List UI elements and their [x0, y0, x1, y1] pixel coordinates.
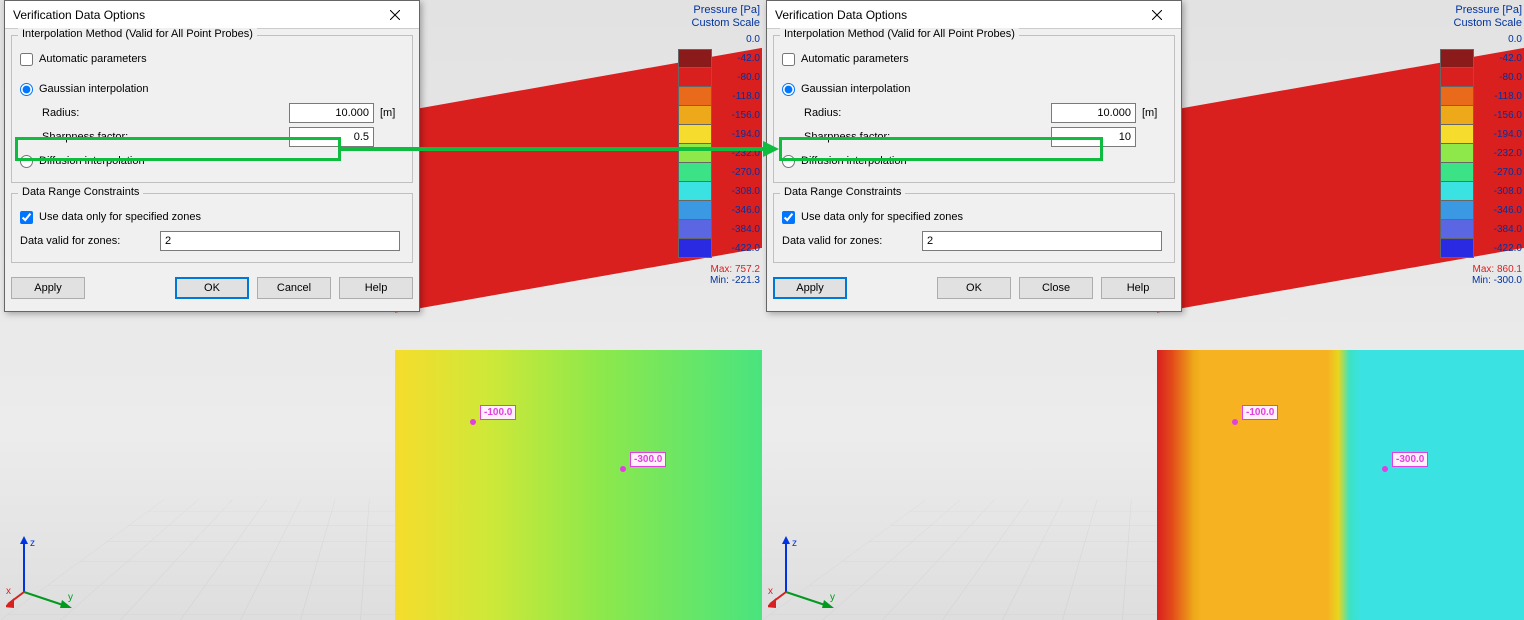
viewport-right: -100.0 -300.0 Pressure [Pa] Custom Scale…	[762, 0, 1524, 620]
svg-text:y: y	[68, 592, 73, 603]
wall	[395, 350, 762, 620]
button-row: Apply OK Close Help	[773, 273, 1175, 305]
group-title: Interpolation Method (Valid for All Poin…	[780, 28, 1019, 40]
button-row: Apply OK Cancel Help	[11, 273, 413, 305]
sharpness-label: Sharpness factor:	[804, 131, 1051, 143]
arrow-head-icon	[763, 141, 779, 157]
cancel-button[interactable]: Cancel	[257, 277, 331, 299]
use-zones-label: Use data only for specified zones	[801, 211, 1166, 223]
diffusion-radio[interactable]	[782, 155, 795, 168]
legend-min: Min: -300.0	[1432, 275, 1522, 286]
ok-button[interactable]: OK	[175, 277, 249, 299]
color-legend: Pressure [Pa] Custom Scale 0.0 -42.0 -80…	[1432, 4, 1522, 286]
use-zones-label: Use data only for specified zones	[39, 211, 404, 223]
auto-params-label: Automatic parameters	[39, 53, 404, 65]
diffusion-radio[interactable]	[20, 155, 33, 168]
legend-min: Min: -221.3	[670, 275, 760, 286]
svg-text:x: x	[6, 586, 11, 597]
legend-subtitle: Custom Scale	[1432, 17, 1522, 30]
radius-label: Radius:	[804, 107, 1051, 119]
zones-label: Data valid for zones:	[20, 235, 160, 247]
titlebar[interactable]: Verification Data Options	[5, 1, 419, 29]
ok-button[interactable]: OK	[937, 277, 1011, 299]
verification-dialog: Verification Data Options Interpolation …	[4, 0, 420, 312]
probe-label: -100.0	[480, 405, 516, 420]
zones-input[interactable]	[922, 231, 1162, 251]
color-legend: Pressure [Pa] Custom Scale 0.0 -42.0 -80…	[670, 4, 760, 286]
wall	[1157, 350, 1524, 620]
use-zones-check[interactable]	[20, 211, 33, 224]
sharpness-input[interactable]	[1051, 127, 1136, 147]
arrow-shaft	[341, 147, 765, 151]
axis-gizmo[interactable]: z y x	[768, 530, 848, 610]
zones-input[interactable]	[160, 231, 400, 251]
legend-title: Pressure [Pa]	[670, 4, 760, 17]
viewport-left: -100.0 -300.0 Pressure [Pa] Custom Scale…	[0, 0, 762, 620]
gaussian-label: Gaussian interpolation	[801, 83, 1166, 95]
probe-label: -300.0	[1392, 452, 1428, 467]
auto-params-label: Automatic parameters	[801, 53, 1166, 65]
radius-label: Radius:	[42, 107, 289, 119]
svg-text:y: y	[830, 592, 835, 603]
auto-params-check[interactable]	[782, 53, 795, 66]
gaussian-label: Gaussian interpolation	[39, 83, 404, 95]
probe-dot	[1232, 419, 1238, 425]
dialog-title: Verification Data Options	[775, 8, 907, 22]
probe-dot	[1382, 466, 1388, 472]
svg-text:x: x	[768, 586, 773, 597]
apply-button[interactable]: Apply	[773, 277, 847, 299]
titlebar[interactable]: Verification Data Options	[767, 1, 1181, 29]
legend-title: Pressure [Pa]	[1432, 4, 1522, 17]
probe-label: -300.0	[630, 452, 666, 467]
radius-input[interactable]	[1051, 103, 1136, 123]
group-title: Interpolation Method (Valid for All Poin…	[18, 28, 257, 40]
apply-button[interactable]: Apply	[11, 277, 85, 299]
diffusion-label: Diffusion interpolation	[801, 155, 1166, 167]
radius-unit: [m]	[374, 107, 404, 119]
radius-input[interactable]	[289, 103, 374, 123]
gaussian-radio[interactable]	[782, 83, 795, 96]
close-icon[interactable]	[377, 4, 413, 26]
zones-label: Data valid for zones:	[782, 235, 922, 247]
probe-dot	[620, 466, 626, 472]
probe-dot	[470, 419, 476, 425]
close-button[interactable]: Close	[1019, 277, 1093, 299]
sharpness-input[interactable]	[289, 127, 374, 147]
axis-gizmo[interactable]: z y x	[6, 530, 86, 610]
auto-params-check[interactable]	[20, 53, 33, 66]
close-icon[interactable]	[1139, 4, 1175, 26]
legend-max: Max: 757.2	[670, 264, 760, 275]
group-title: Data Range Constraints	[18, 186, 143, 198]
verification-dialog: Verification Data Options Interpolation …	[766, 0, 1182, 312]
help-button[interactable]: Help	[1101, 277, 1175, 299]
svg-text:z: z	[30, 538, 35, 549]
sharpness-label: Sharpness factor:	[42, 131, 289, 143]
probe-label: -100.0	[1242, 405, 1278, 420]
legend-subtitle: Custom Scale	[670, 17, 760, 30]
use-zones-check[interactable]	[782, 211, 795, 224]
dialog-title: Verification Data Options	[13, 8, 145, 22]
interpolation-group: Interpolation Method (Valid for All Poin…	[11, 35, 413, 183]
interpolation-group: Interpolation Method (Valid for All Poin…	[773, 35, 1175, 183]
range-group: Data Range Constraints Use data only for…	[773, 193, 1175, 263]
legend-max: Max: 860.1	[1432, 264, 1522, 275]
range-group: Data Range Constraints Use data only for…	[11, 193, 413, 263]
diffusion-label: Diffusion interpolation	[39, 155, 404, 167]
help-button[interactable]: Help	[339, 277, 413, 299]
group-title: Data Range Constraints	[780, 186, 905, 198]
svg-text:z: z	[792, 538, 797, 549]
gaussian-radio[interactable]	[20, 83, 33, 96]
radius-unit: [m]	[1136, 107, 1166, 119]
